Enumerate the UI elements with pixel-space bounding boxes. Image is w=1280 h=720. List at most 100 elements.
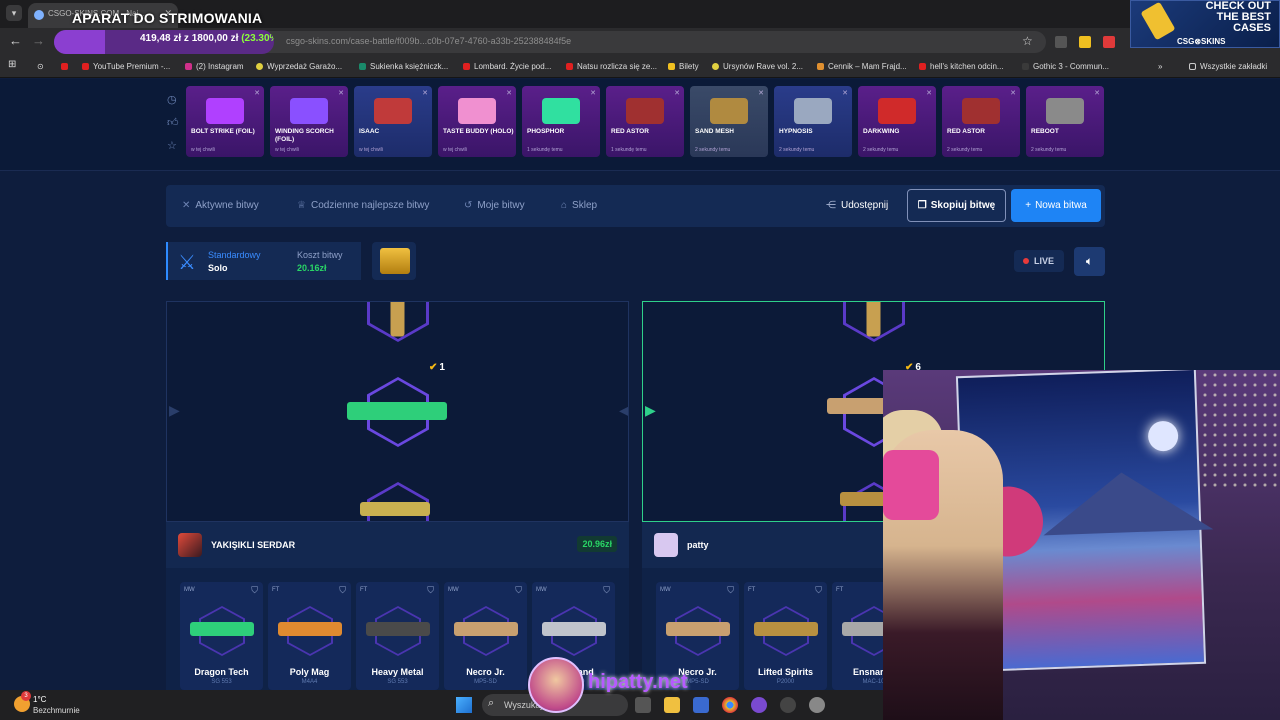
spinner-item xyxy=(390,302,405,337)
bookmarks-overflow-icon[interactable]: » xyxy=(1158,62,1162,71)
close-icon[interactable]: ✕ xyxy=(254,89,260,97)
battle-mode: Standardowy xyxy=(208,250,261,260)
new-battle-button[interactable]: + Nowa bitwa xyxy=(1011,189,1101,222)
item-wear: MW xyxy=(184,587,195,593)
settings-gear-icon[interactable] xyxy=(809,697,825,713)
drop-time: w tej chwili xyxy=(359,147,383,153)
extension-icon[interactable] xyxy=(1103,36,1115,48)
app-icon[interactable] xyxy=(780,697,796,713)
painting-moon xyxy=(1147,420,1179,452)
drop-item-image xyxy=(962,98,1000,124)
drop-card[interactable]: ✕ PHOSPHOR 1 sekundę temu xyxy=(522,86,600,157)
drop-card[interactable]: ✕ BOLT STRIKE (FOIL) w tej chwili xyxy=(186,86,264,157)
bookmark-item[interactable]: Sukienka księżniczk... xyxy=(359,62,448,71)
case-thumbnail[interactable] xyxy=(372,242,416,280)
close-icon[interactable]: ✕ xyxy=(674,89,680,97)
close-icon[interactable]: ✕ xyxy=(422,89,428,97)
bookmark-item[interactable]: Natsu rozlicza się ze... xyxy=(566,62,657,71)
streamer-webcam xyxy=(883,370,1280,720)
copy-battle-button[interactable]: ❐ Skopiuj bitwę xyxy=(907,189,1006,222)
close-icon[interactable]: ✕ xyxy=(1010,89,1016,97)
windows-start-icon[interactable] xyxy=(456,697,472,713)
bookmark-item[interactable]: Ursynów Rave vol. 2... xyxy=(712,62,803,71)
bookmark-item[interactable]: YouTube Premium -... xyxy=(82,62,170,71)
spinner-item xyxy=(866,302,881,337)
bookmark-item[interactable]: Bilety xyxy=(668,62,699,71)
drop-card[interactable]: ✕ WINDING SCORCH (FOIL) w tej chwili xyxy=(270,86,348,157)
nav-my-battles[interactable]: ↺ Moje bitwy xyxy=(464,200,525,211)
nav-active-battles[interactable]: ✕ Aktywne bitwy xyxy=(182,200,259,211)
spinner-left-arrow-icon: ▶ xyxy=(169,402,180,418)
close-icon[interactable]: ✕ xyxy=(506,89,512,97)
drop-item-image xyxy=(1046,98,1084,124)
share-button[interactable]: ⋲ Udostępnij xyxy=(826,200,888,211)
item-type: MP5-SD xyxy=(474,679,497,685)
shield-icon: ⛉ xyxy=(515,585,522,595)
close-icon[interactable]: ✕ xyxy=(758,89,764,97)
stream-watermark: hipatty.net xyxy=(588,671,688,693)
bookmark-item[interactable]: (2) Instagram xyxy=(185,62,244,71)
bookmark-item[interactable]: Gothic 3 - Commun... xyxy=(1022,62,1109,71)
task-view-icon[interactable] xyxy=(635,697,651,713)
spinner-item xyxy=(347,402,447,420)
drop-card[interactable]: ✕ RED ASTOR 2 sekundy temu xyxy=(942,86,1020,157)
basket-icon: ⌂ xyxy=(561,200,568,211)
store-icon[interactable] xyxy=(693,697,709,713)
round-count: ✔ 1 xyxy=(429,362,445,373)
drop-card[interactable]: ✕ REBOOT 2 sekundy temu xyxy=(1026,86,1104,157)
bookmark-item[interactable]: Wszystkie zakładki xyxy=(1189,62,1267,71)
item-card[interactable]: MW ⛉ Necro Jr. MP5-SD xyxy=(444,582,527,690)
avatar[interactable] xyxy=(654,533,678,557)
streamer-logo xyxy=(528,657,584,713)
bookmark-item[interactable]: Lombard. Życie pod... xyxy=(463,62,551,71)
drop-card[interactable]: ✕ SAND MESH 2 sekundy temu xyxy=(690,86,768,157)
drop-item-image xyxy=(626,98,664,124)
shield-icon: ⛉ xyxy=(603,585,610,595)
clock-icon[interactable]: ◷ xyxy=(167,93,177,106)
bookmark-item[interactable] xyxy=(61,62,72,71)
apps-grid-icon[interactable]: ⊞ xyxy=(8,59,16,70)
bookmark-star-icon[interactable]: ☆ xyxy=(1022,34,1033,48)
extension-icon[interactable] xyxy=(1079,36,1091,48)
donation-goal-fill xyxy=(54,30,106,54)
item-card[interactable]: FT ⛉ Poly Mag M4A4 xyxy=(268,582,351,690)
star-icon[interactable]: ☆ xyxy=(167,139,177,152)
windows-taskbar: 3 1°C Bezchmurnie ⌕ Wyszukaj xyxy=(0,690,883,720)
file-explorer-icon[interactable] xyxy=(664,697,680,713)
drop-item-image xyxy=(794,98,832,124)
bookmark-icon[interactable]: ⊙ xyxy=(37,62,44,71)
drop-card[interactable]: ✕ DARKWING 2 sekundy temu xyxy=(858,86,936,157)
extension-icon[interactable] xyxy=(1055,36,1067,48)
tab-favicon-icon xyxy=(34,10,44,20)
avatar[interactable] xyxy=(178,533,202,557)
item-card[interactable]: FT ⛉ Heavy Metal SG 553 xyxy=(356,582,439,690)
close-icon[interactable]: ✕ xyxy=(926,89,932,97)
drop-card[interactable]: ✕ TASTE BUDDY (HOLO) w tej chwili xyxy=(438,86,516,157)
app-icon[interactable] xyxy=(751,697,767,713)
close-icon[interactable]: ✕ xyxy=(1094,89,1100,97)
thumbs-up-icon[interactable]: 👍︎ xyxy=(167,116,179,129)
item-name: Poly Mag xyxy=(289,667,330,677)
drop-card[interactable]: ✕ ISAAC w tej chwili xyxy=(354,86,432,157)
drop-card[interactable]: ✕ RED ASTOR 1 sekundę temu xyxy=(606,86,684,157)
nav-shop[interactable]: ⌂ Sklep xyxy=(561,200,597,211)
close-icon[interactable]: ✕ xyxy=(590,89,596,97)
nav-daily-best[interactable]: ♕ Codzienne najlepsze bitwy xyxy=(297,200,429,211)
back-icon[interactable]: ← xyxy=(9,33,22,48)
drop-card[interactable]: ✕ HYPNOSIS 2 sekundy temu xyxy=(774,86,852,157)
item-card[interactable]: FT ⛉ Lifted Spirits P2000 xyxy=(744,582,827,690)
close-icon[interactable]: ✕ xyxy=(842,89,848,97)
bookmark-item[interactable]: Wyprzedaż Garażo... xyxy=(256,62,342,71)
drop-time: 2 sekundy temu xyxy=(947,147,983,153)
forward-icon[interactable]: → xyxy=(32,33,45,48)
item-name: Necro Jr. xyxy=(466,667,505,677)
chrome-icon[interactable] xyxy=(722,697,738,713)
item-card[interactable]: MW ⛉ Dragon Tech SG 553 xyxy=(180,582,263,690)
promo-banner[interactable]: CHECK OUT THE BEST CASES CSG⊗SKINS xyxy=(1130,0,1280,48)
bookmark-item[interactable]: Cennik – Mam Frajd... xyxy=(817,62,907,71)
sound-toggle-button[interactable]: 🔈︎ xyxy=(1074,247,1105,276)
tab-search-button[interactable]: ▾ xyxy=(6,5,22,21)
battle-cost-value: 20.16zł xyxy=(297,263,327,273)
bookmark-item[interactable]: hell's kitchen odcin... xyxy=(919,62,1004,71)
close-icon[interactable]: ✕ xyxy=(338,89,344,97)
